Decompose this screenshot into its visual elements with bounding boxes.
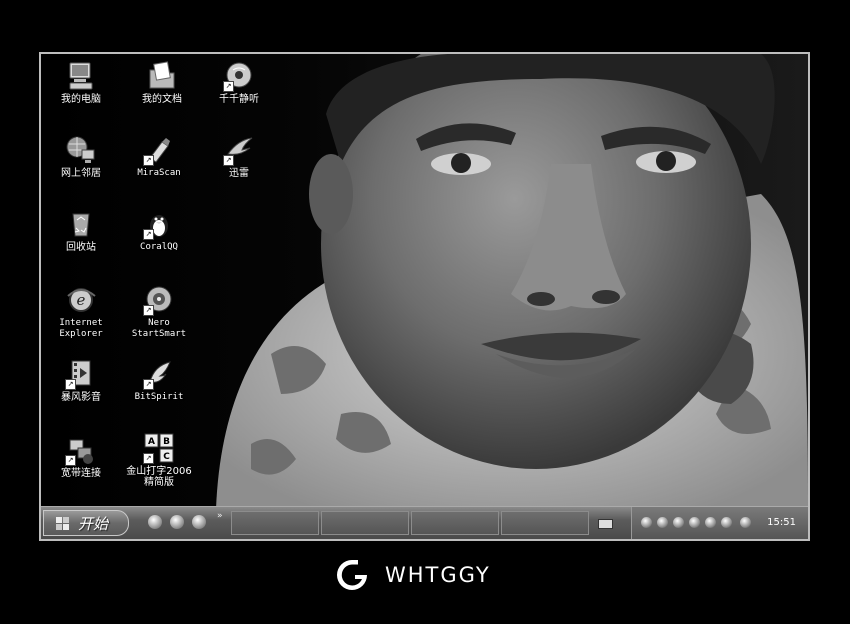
media-icon[interactable] xyxy=(170,515,184,529)
taskbar-slot[interactable] xyxy=(231,511,319,535)
svg-text:C: C xyxy=(163,452,170,462)
brand-name: WHTGGY xyxy=(385,563,491,587)
desktop-icon-my-computer[interactable]: 我的电脑 xyxy=(43,60,119,105)
desktop-icon-kingsoft-typing[interactable]: ABC ↗ 金山打字2006 精简版 xyxy=(121,432,197,488)
documents-icon xyxy=(145,60,179,92)
shortcut-arrow-icon: ↗ xyxy=(143,379,154,390)
desktop-icon-thunder[interactable]: ↗ 迅雷 xyxy=(201,134,277,179)
taskbar: 开始 » 15:51 xyxy=(41,506,808,539)
desktop-icon-label: 迅雷 xyxy=(229,168,249,179)
svg-text:B: B xyxy=(163,437,170,447)
system-tray: 15:51 xyxy=(631,507,808,539)
desktop-icon-label: BitSpirit xyxy=(134,392,184,402)
desktop-icon-label: 暴风影音 xyxy=(61,392,101,403)
chevron-right-icon[interactable]: » xyxy=(217,511,223,521)
desktop-icon-label: 我的文档 xyxy=(142,94,182,105)
shield-icon[interactable] xyxy=(673,517,684,528)
shortcut-arrow-icon: ↗ xyxy=(65,455,76,466)
start-button[interactable]: 开始 xyxy=(43,510,129,536)
desktop-icon-mirascan[interactable]: ↗ MiraScan xyxy=(121,134,197,179)
network-icon[interactable] xyxy=(705,517,716,528)
desktop-icon-label: 千千静听 xyxy=(219,94,259,105)
recycle-bin-icon xyxy=(64,208,98,240)
video-player-icon: ↗ xyxy=(64,358,98,390)
taskbar-slot[interactable] xyxy=(321,511,409,535)
user-icon[interactable] xyxy=(689,517,700,528)
desktop-icon-storm-player[interactable]: ↗ 暴风影音 xyxy=(43,358,119,403)
brand-logo-icon xyxy=(337,560,367,590)
desktop-icon-internet-explorer[interactable]: e Internet Explorer xyxy=(43,284,119,340)
desktop-icon-coralqq[interactable]: ↗ CoralQQ xyxy=(121,208,197,253)
desktop-icon-network-places[interactable]: 网上邻居 xyxy=(43,134,119,179)
shortcut-arrow-icon: ↗ xyxy=(223,81,234,92)
windows-logo-icon xyxy=(56,517,69,530)
shortcut-arrow-icon: ↗ xyxy=(143,229,154,240)
desktop-icon-bitspirit[interactable]: ↗ BitSpirit xyxy=(121,358,197,403)
shortcut-arrow-icon: ↗ xyxy=(223,155,234,166)
taskbar-slot[interactable] xyxy=(411,511,499,535)
ie-icon[interactable] xyxy=(192,515,206,529)
network-icon xyxy=(64,134,98,166)
computer-icon xyxy=(64,60,98,92)
desktop-icon-label: 网上邻居 xyxy=(61,168,101,179)
shortcut-arrow-icon: ↗ xyxy=(143,155,154,166)
bitspirit-icon: ↗ xyxy=(142,358,176,390)
penguin-icon: ↗ xyxy=(142,208,176,240)
music-player-icon: ↗ xyxy=(222,60,256,92)
desktop-icon-label: Nero StartSmart xyxy=(131,318,187,339)
svg-text:e: e xyxy=(77,291,86,309)
desktop-icon-label: 我的电脑 xyxy=(61,94,101,105)
speaker-icon[interactable] xyxy=(721,517,732,528)
desktop-icon-label: CoralQQ xyxy=(140,242,178,252)
ie-icon: e xyxy=(64,284,98,316)
shortcut-arrow-icon: ↗ xyxy=(65,379,76,390)
disc-icon: ↗ xyxy=(142,284,176,316)
show-desktop-icon[interactable] xyxy=(148,515,162,529)
qq-icon[interactable] xyxy=(641,517,652,528)
broadband-icon: ↗ xyxy=(64,434,98,466)
shortcut-arrow-icon: ↗ xyxy=(143,453,154,464)
desktop-icon-label: Internet Explorer xyxy=(59,318,103,339)
desktop-icon-my-documents[interactable]: 我的文档 xyxy=(124,60,200,105)
svg-text:A: A xyxy=(148,437,155,447)
desktop-icon-label: 回收站 xyxy=(66,242,96,253)
penguin-icon[interactable] xyxy=(657,517,668,528)
desktop-icon-label: 宽带连接 xyxy=(61,468,101,479)
desktop-icon-label: MiraScan xyxy=(137,168,181,178)
desktop-screenshot: 我的电脑 我的文档 ↗ 千千静听 网上邻居 ↗ MiraScan ↗ 迅雷 回收… xyxy=(39,52,810,541)
desktop-icon-broadband[interactable]: ↗ 宽带连接 xyxy=(43,434,119,479)
thunder-icon: ↗ xyxy=(222,134,256,166)
clock[interactable]: 15:51 xyxy=(767,507,796,539)
taskbar-slot[interactable] xyxy=(501,511,589,535)
desktop-icon-nero[interactable]: ↗ Nero StartSmart xyxy=(121,284,197,340)
desktop-icon-ttplayer[interactable]: ↗ 千千静听 xyxy=(201,60,277,105)
desktop-icon-label: 金山打字2006 精简版 xyxy=(126,466,192,488)
keyboard-icon[interactable] xyxy=(598,519,613,529)
start-label: 开始 xyxy=(78,515,109,533)
scanner-icon: ↗ xyxy=(142,134,176,166)
shortcut-arrow-icon: ↗ xyxy=(143,305,154,316)
typing-abc-icon: ABC ↗ xyxy=(142,432,176,464)
desktop-icon-recycle-bin[interactable]: 回收站 xyxy=(43,208,119,253)
antivirus-icon[interactable] xyxy=(740,517,751,528)
